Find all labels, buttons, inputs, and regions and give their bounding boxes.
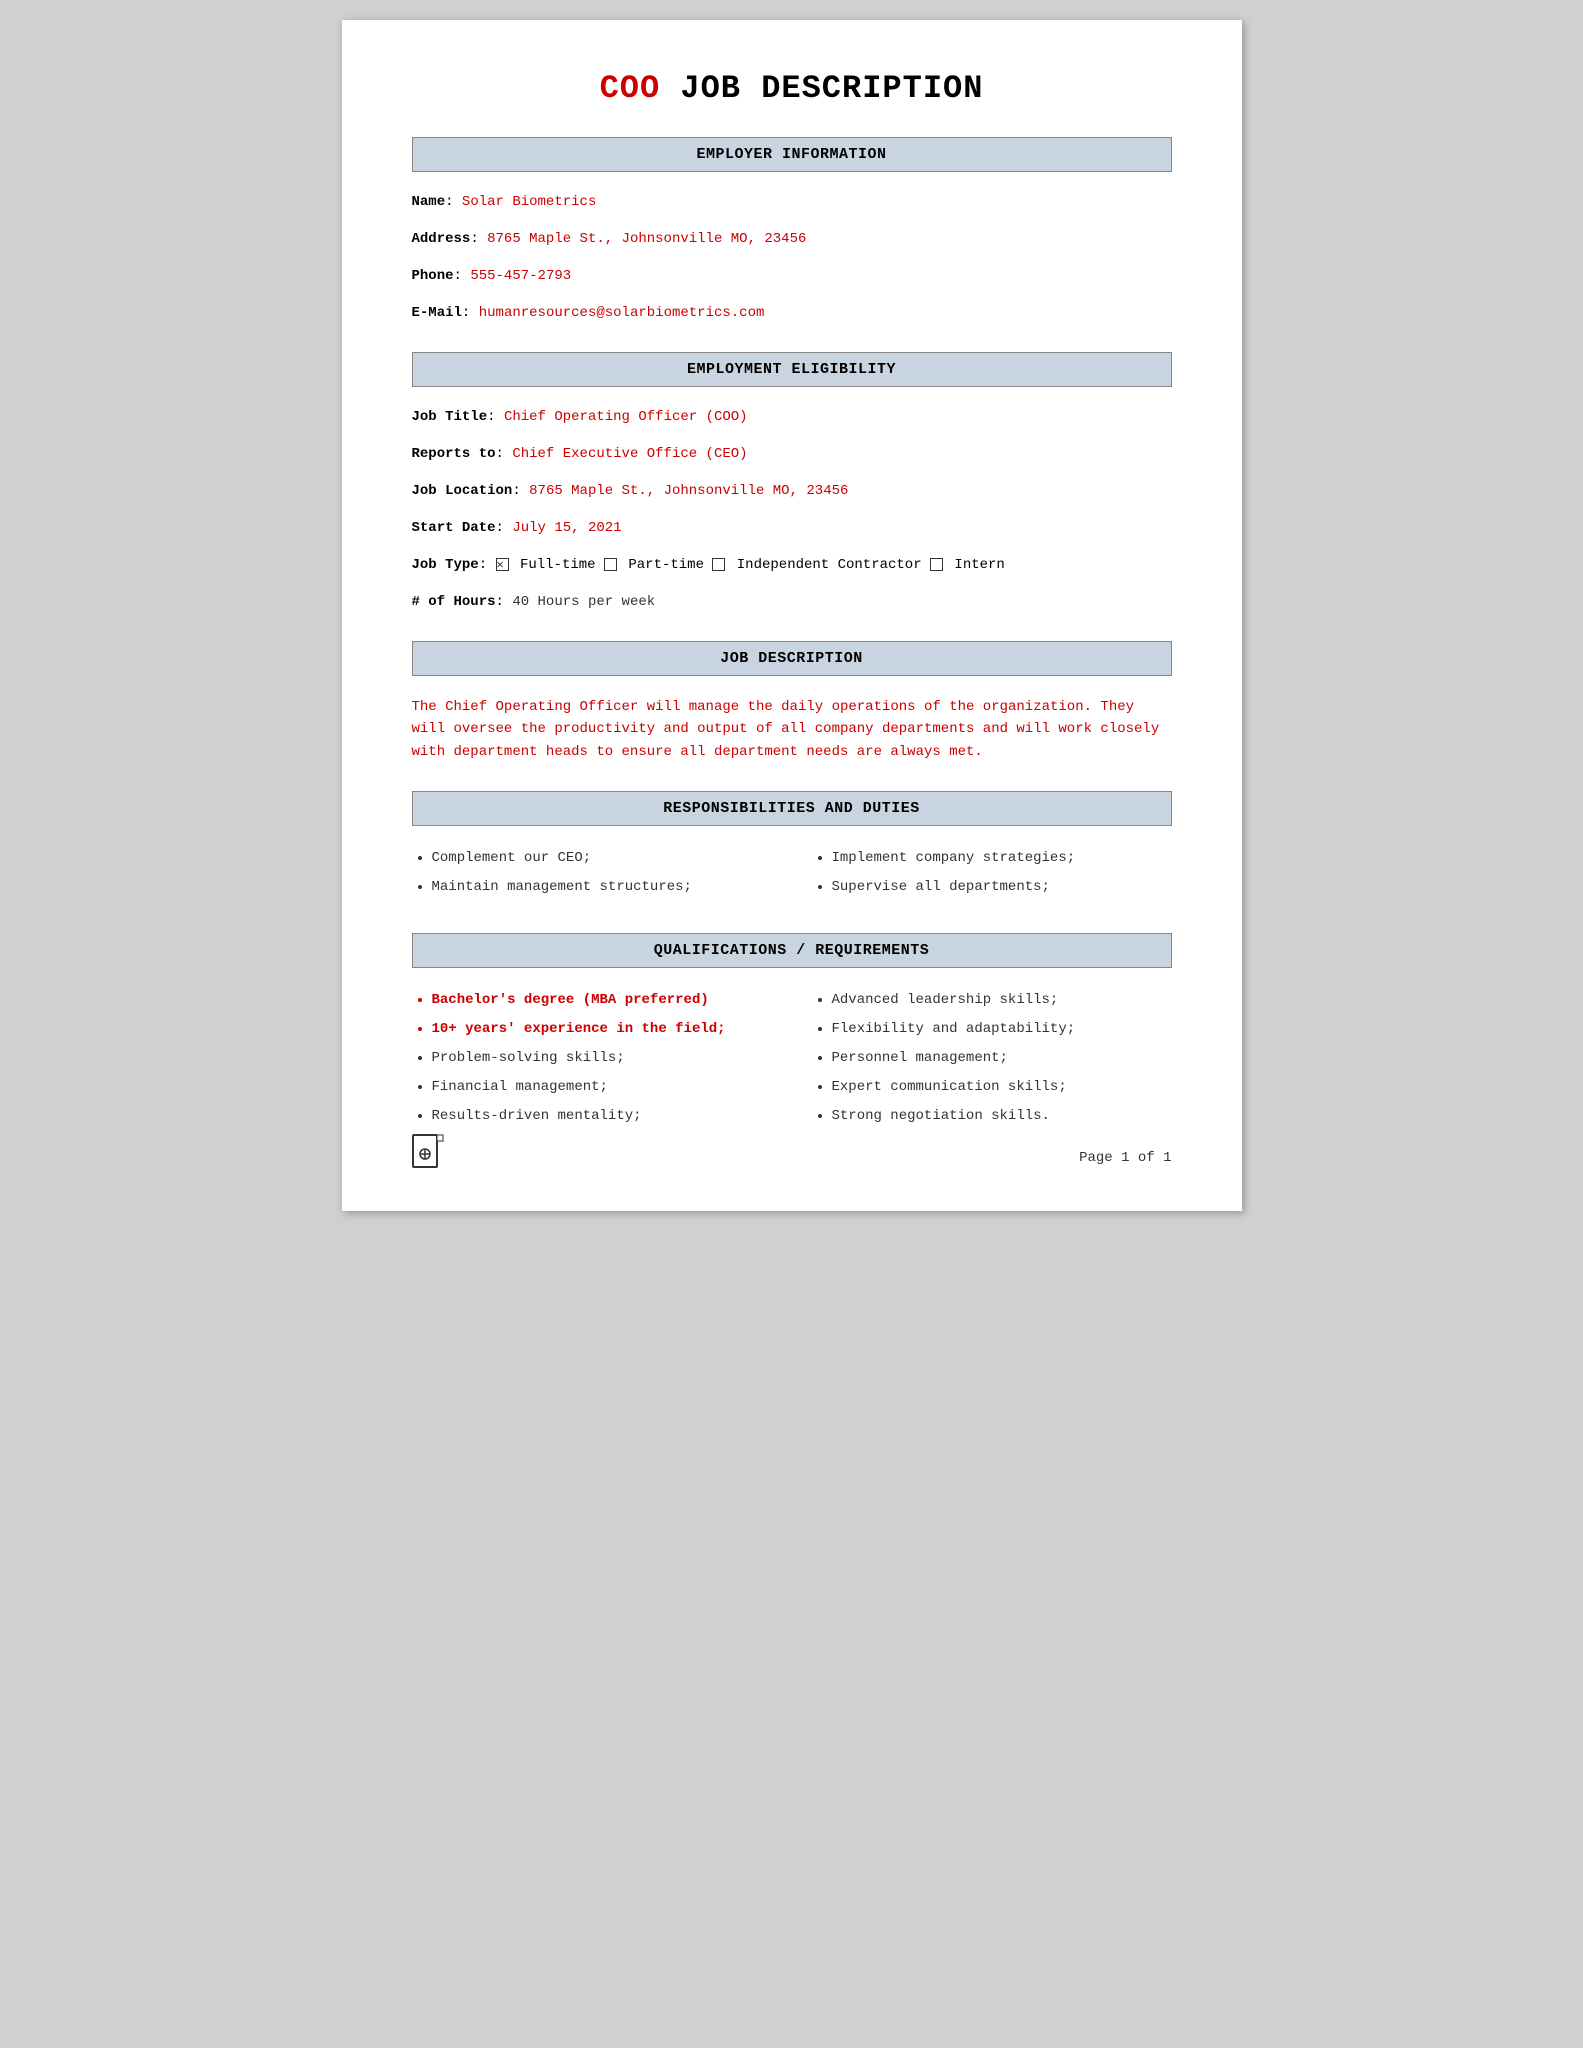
responsibilities-col2: Implement company strategies; Supervise … [812, 846, 1172, 904]
intern-checkbox[interactable] [930, 558, 943, 571]
responsibilities-section: RESPONSIBILITIES AND DUTIES Complement o… [412, 791, 1172, 904]
employer-section: EMPLOYER INFORMATION Name: Solar Biometr… [412, 137, 1172, 324]
job-type-label: Job Type [412, 557, 479, 573]
list-item: Maintain management structures; [432, 875, 772, 900]
job-location-label: Job Location [412, 483, 513, 499]
list-item: Implement company strategies; [832, 846, 1172, 871]
job-title-label: Job Title [412, 409, 488, 425]
contractor-checkbox[interactable] [712, 558, 725, 571]
address-label: Address [412, 231, 471, 247]
qualifications-list: Bachelor's degree (MBA preferred) 10+ ye… [412, 988, 1172, 1134]
hours-value: 40 Hours per week [512, 594, 655, 610]
job-type-row: Job Type: Full-time Part-time Independen… [412, 555, 1172, 576]
qualifications-col2: Advanced leadership skills; Flexibility … [812, 988, 1172, 1134]
employer-name-row: Name: Solar Biometrics [412, 192, 1172, 213]
reports-to-value: Chief Executive Office (CEO) [512, 446, 747, 462]
list-item: Problem-solving skills; [432, 1046, 772, 1071]
hours-label: # of Hours [412, 594, 496, 610]
footer-page-number: Page 1 of 1 [1079, 1150, 1171, 1166]
list-item: Supervise all departments; [832, 875, 1172, 900]
title-red: COO [600, 70, 661, 107]
start-date-value: July 15, 2021 [512, 520, 621, 536]
job-title-row: Job Title: Chief Operating Officer (COO) [412, 407, 1172, 428]
title-black: JOB DESCRIPTION [660, 70, 983, 107]
employer-email-row: E-Mail: humanresources@solarbiometrics.c… [412, 303, 1172, 324]
name-label: Name [412, 194, 446, 210]
responsibilities-list: Complement our CEO; Maintain management … [412, 846, 1172, 904]
email-label: E-Mail [412, 305, 462, 321]
list-item: Flexibility and adaptability; [832, 1017, 1172, 1042]
list-item: Advanced leadership skills; [832, 988, 1172, 1013]
job-description-text: The Chief Operating Officer will manage … [412, 696, 1172, 763]
qualifications-section: QUALIFICATIONS / REQUIREMENTS Bachelor's… [412, 933, 1172, 1134]
reports-to-label: Reports to [412, 446, 496, 462]
job-location-row: Job Location: 8765 Maple St., Johnsonvil… [412, 481, 1172, 502]
phone-value: 555-457-2793 [470, 268, 571, 284]
job-location-value: 8765 Maple St., Johnsonville MO, 23456 [529, 483, 848, 499]
qualifications-header: QUALIFICATIONS / REQUIREMENTS [412, 933, 1172, 968]
fulltime-label: Full-time [520, 557, 604, 573]
qualifications-col1: Bachelor's degree (MBA preferred) 10+ ye… [412, 988, 772, 1134]
list-item: Financial management; [432, 1075, 772, 1100]
employer-phone-row: Phone: 555-457-2793 [412, 266, 1172, 287]
job-description-header: JOB DESCRIPTION [412, 641, 1172, 676]
start-date-label: Start Date [412, 520, 496, 536]
parttime-label: Part-time [628, 557, 712, 573]
hours-row: # of Hours: 40 Hours per week [412, 592, 1172, 613]
list-item: Bachelor's degree (MBA preferred) [432, 988, 772, 1013]
reports-to-row: Reports to: Chief Executive Office (CEO) [412, 444, 1172, 465]
list-item: Personnel management; [832, 1046, 1172, 1071]
employer-address-row: Address: 8765 Maple St., Johnsonville MO… [412, 229, 1172, 250]
job-title-value: Chief Operating Officer (COO) [504, 409, 748, 425]
contractor-label: Independent Contractor [737, 557, 930, 573]
phone-label: Phone [412, 268, 454, 284]
eligibility-header: EMPLOYMENT ELIGIBILITY [412, 352, 1172, 387]
fulltime-checkbox[interactable] [496, 558, 509, 571]
employer-header: EMPLOYER INFORMATION [412, 137, 1172, 172]
eligibility-section: EMPLOYMENT ELIGIBILITY Job Title: Chief … [412, 352, 1172, 613]
address-value: 8765 Maple St., Johnsonville MO, 23456 [487, 231, 806, 247]
list-item: Expert communication skills; [832, 1075, 1172, 1100]
document-page: COO JOB DESCRIPTION EMPLOYER INFORMATION… [342, 20, 1242, 1211]
job-description-section: JOB DESCRIPTION The Chief Operating Offi… [412, 641, 1172, 763]
intern-label: Intern [954, 557, 1004, 573]
parttime-checkbox[interactable] [604, 558, 617, 571]
start-date-row: Start Date: July 15, 2021 [412, 518, 1172, 539]
email-value: humanresources@solarbiometrics.com [479, 305, 765, 321]
list-item: 10+ years' experience in the field; [432, 1017, 772, 1042]
page-footer: Page 1 of 1 [412, 1134, 1172, 1181]
document-icon [412, 1134, 444, 1181]
list-item: Complement our CEO; [432, 846, 772, 871]
responsibilities-header: RESPONSIBILITIES AND DUTIES [412, 791, 1172, 826]
list-item: Results-driven mentality; [432, 1104, 772, 1129]
list-item: Strong negotiation skills. [832, 1104, 1172, 1129]
page-title: COO JOB DESCRIPTION [412, 70, 1172, 107]
responsibilities-col1: Complement our CEO; Maintain management … [412, 846, 772, 904]
name-value: Solar Biometrics [462, 194, 596, 210]
